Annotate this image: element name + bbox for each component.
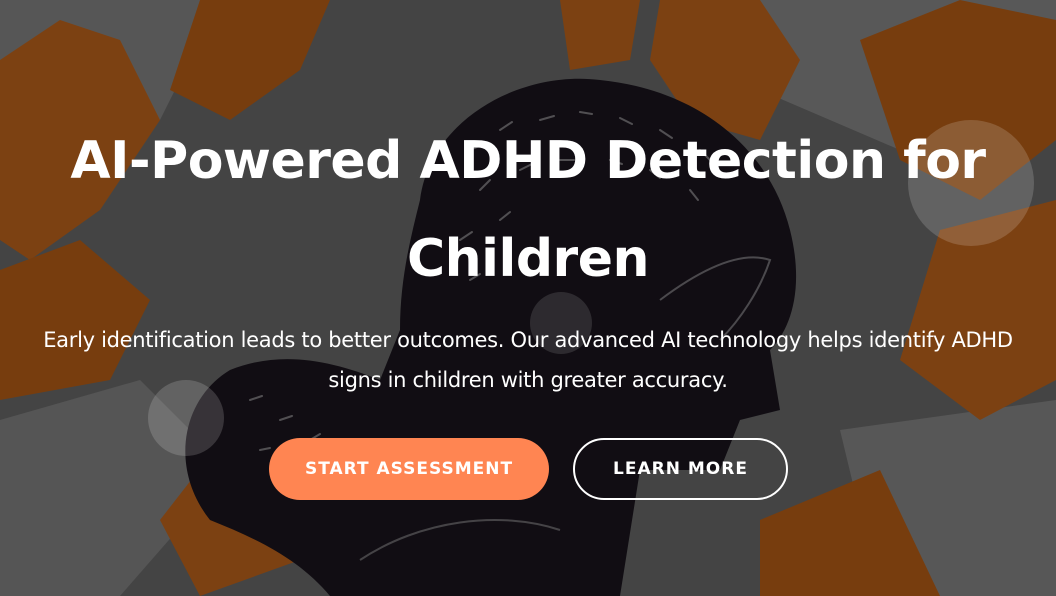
learn-more-button[interactable]: LEARN MORE (573, 438, 788, 500)
hero-section: AI-Powered ADHD Detection for Children E… (0, 0, 1056, 596)
hero-subtitle: Early identification leads to better out… (43, 328, 1013, 392)
hero-title: AI-Powered ADHD Detection for Children (70, 131, 986, 289)
learn-more-label: LEARN MORE (613, 459, 748, 479)
hero-content: AI-Powered ADHD Detection for Children E… (0, 0, 1056, 596)
start-assessment-button[interactable]: START ASSESSMENT (269, 438, 549, 500)
start-assessment-label: START ASSESSMENT (304, 459, 514, 479)
